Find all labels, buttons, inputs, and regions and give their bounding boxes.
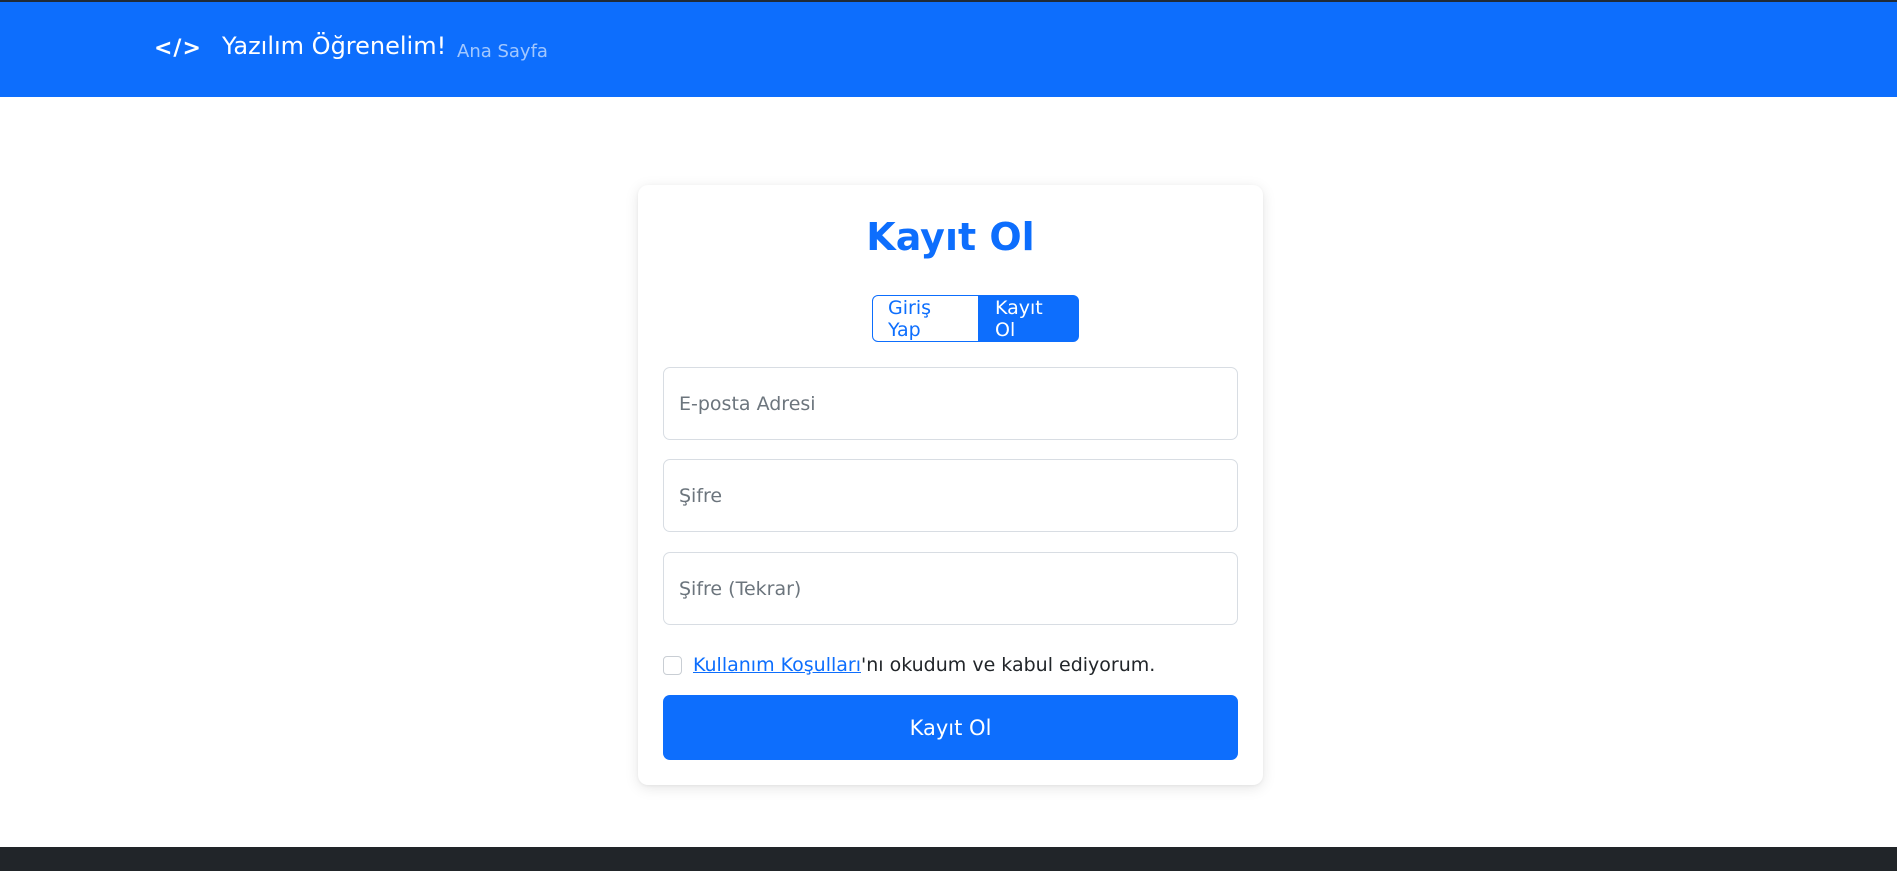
brand-title[interactable]: Yazılım Öğrenelim! (222, 32, 446, 60)
terms-link[interactable]: Kullanım Koşulları (693, 654, 861, 676)
footer (0, 847, 1897, 871)
register-submit-button[interactable]: Kayıt Ol (663, 695, 1238, 760)
navbar: </> Yazılım Öğrenelim! Ana Sayfa (0, 2, 1897, 97)
terms-checkbox[interactable] (663, 655, 682, 675)
code-icon[interactable]: </> (154, 36, 202, 61)
password-input[interactable] (663, 459, 1238, 532)
auth-toggle-group: Giriş Yap Kayıt Ol (872, 295, 1079, 342)
page-title: Kayıt Ol (866, 215, 1035, 259)
nav-link-home[interactable]: Ana Sayfa (457, 41, 548, 62)
login-toggle-button[interactable]: Giriş Yap (872, 295, 979, 342)
password-repeat-input[interactable] (663, 552, 1238, 625)
email-input[interactable] (663, 367, 1238, 440)
terms-row: Kullanım Koşulları 'nı okudum ve kabul e… (663, 650, 1155, 680)
register-toggle-button[interactable]: Kayıt Ol (979, 295, 1079, 342)
terms-text: 'nı okudum ve kabul ediyorum. (861, 654, 1156, 676)
register-card: Kayıt Ol Giriş Yap Kayıt Ol Kullanım Koş… (638, 185, 1263, 785)
